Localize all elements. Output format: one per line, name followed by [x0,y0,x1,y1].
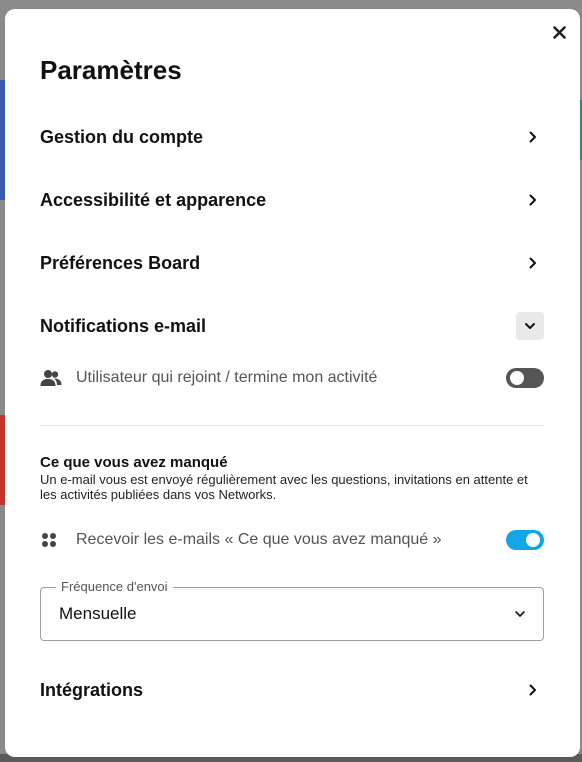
setting-user-join: Utilisateur qui rejoint / termine mon ac… [40,364,544,392]
apps-icon [40,529,66,551]
chevron-right-icon [522,679,544,701]
section-board-preferences[interactable]: Préférences Board [40,243,544,283]
user-join-toggle[interactable] [506,368,544,388]
close-icon [552,25,566,39]
setting-label: Recevoir les e-mails « Ce que vous avez … [76,531,442,548]
collapse-button[interactable] [516,312,544,340]
section-email-notifications[interactable]: Notifications e-mail [40,306,544,346]
chevron-right-icon [522,189,544,211]
section-account[interactable]: Gestion du compte [40,117,544,157]
missed-description: Un e-mail vous est envoyé régulièrement … [40,472,528,502]
section-label: Préférences Board [40,252,201,273]
users-icon [40,367,66,389]
close-button[interactable] [550,23,568,41]
toggle-knob [510,371,524,385]
chevron-right-icon [522,126,544,148]
section-label: Notifications e-mail [40,315,207,336]
frequency-select[interactable]: Fréquence d'envoi Mensuelle [40,579,544,641]
toggle-knob [526,533,540,547]
section-label: Gestion du compte [40,126,204,147]
chevron-right-icon [522,252,544,274]
missed-emails-toggle[interactable] [506,530,544,550]
setting-label: Utilisateur qui rejoint / termine mon ac… [76,369,378,386]
chevron-down-icon [525,323,535,329]
frequency-value: Mensuelle [59,604,137,623]
section-label: Accessibilité et apparence [40,189,267,210]
page-title: Paramètres [40,55,182,85]
setting-missed-emails: Recevoir les e-mails « Ce que vous avez … [40,526,544,554]
section-integrations[interactable]: Intégrations [40,670,544,710]
settings-modal: Paramètres Gestion du compte Accessibili… [5,9,580,757]
chevron-down-icon [511,605,529,623]
frequency-label: Fréquence d'envoi [56,579,173,594]
section-accessibility[interactable]: Accessibilité et apparence [40,180,544,220]
section-label: Intégrations [40,679,144,700]
missed-title: Ce que vous avez manqué [40,454,228,471]
divider [40,425,544,426]
